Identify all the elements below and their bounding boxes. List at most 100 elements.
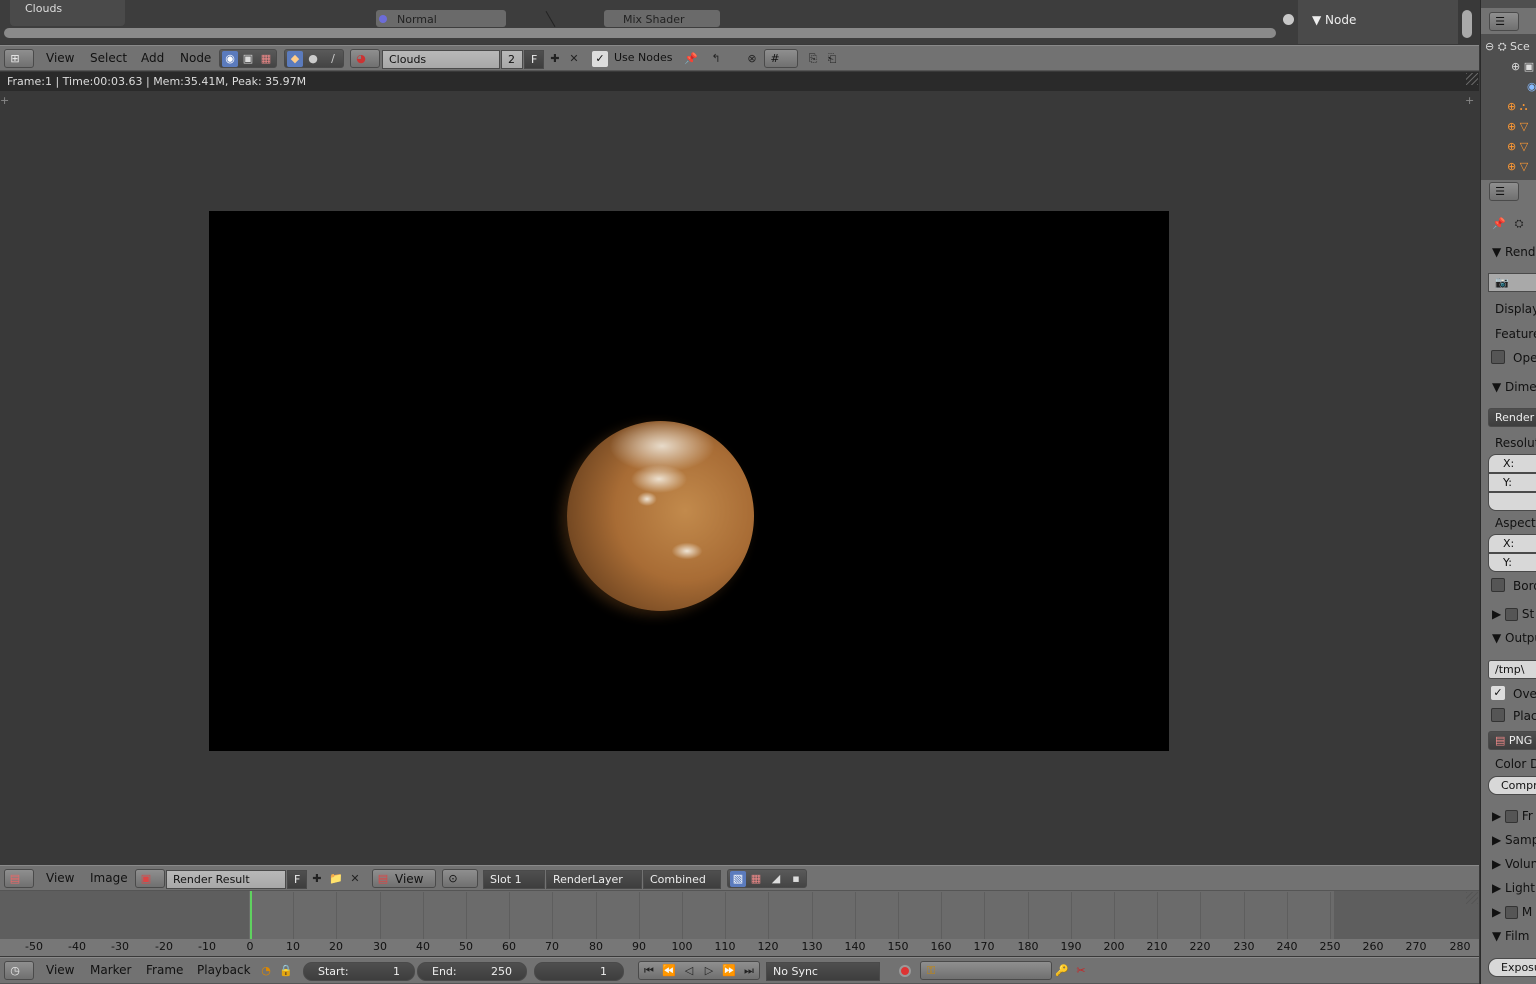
placeholder-checkbox[interactable] <box>1491 708 1505 722</box>
play-icon[interactable]: ▷ <box>701 963 717 979</box>
record-icon[interactable] <box>899 965 911 977</box>
file-format-select[interactable]: ▤ PNG <box>1488 731 1536 750</box>
image-editor-area[interactable]: Frame:1 | Time:00:03.63 | Mem:35.41M, Pe… <box>0 72 1479 864</box>
compression-field[interactable]: Compr <box>1488 776 1536 795</box>
corner-grip-timeline[interactable] <box>1466 892 1478 904</box>
pivot-menu[interactable]: ⊙ <box>442 869 478 888</box>
end-frame-field[interactable]: End: 250 <box>417 962 527 981</box>
outliner-row-3[interactable]: ◉ <box>1527 80 1536 93</box>
outliner-editor-type[interactable]: ☰ <box>1489 12 1519 31</box>
scene-context-icon[interactable]: ⛭ <box>1511 216 1527 232</box>
corner-grip-icon[interactable] <box>1466 73 1478 85</box>
jump-end-icon[interactable]: ⏭ <box>741 963 757 979</box>
outliner-scene-row[interactable]: ⊖ ⛭ Sce <box>1485 40 1530 54</box>
panel-film[interactable]: ▼ Film <box>1492 929 1529 943</box>
outliner-row-6[interactable]: ⊕ ▽ <box>1507 140 1528 153</box>
current-frame-line[interactable] <box>250 891 252 939</box>
object-icon[interactable]: ◆ <box>287 51 303 67</box>
sync-mode-select[interactable]: No Sync <box>766 962 880 981</box>
panel-light-paths[interactable]: ▶ Light <box>1492 881 1535 895</box>
world-icon[interactable]: ● <box>305 51 321 67</box>
editor-type-menu-timeline[interactable]: ◷ <box>4 961 34 980</box>
new-image-icon[interactable]: ✚ <box>309 871 325 887</box>
aspect-x-field[interactable]: X: <box>1488 534 1536 553</box>
render-layer-select[interactable]: RenderLayer <box>546 870 642 889</box>
output-path-field[interactable]: /tmp\ <box>1488 660 1536 679</box>
zbuffer-icon[interactable]: ▪ <box>788 871 804 887</box>
scroll-dot-icon[interactable] <box>1283 14 1294 25</box>
snap-element-menu[interactable]: # <box>764 49 798 68</box>
parent-tree-icon[interactable]: ↰ <box>708 51 724 67</box>
res-y-field[interactable]: Y: <box>1488 473 1536 492</box>
pass-select[interactable]: Combined <box>643 870 721 889</box>
menu-playback[interactable]: Playback <box>197 958 251 982</box>
menu-frame[interactable]: Frame <box>146 958 183 982</box>
region-plus-icon-left[interactable]: + <box>0 94 9 107</box>
linestyle-icon[interactable]: ∕ <box>325 51 341 67</box>
res-percent-field[interactable] <box>1488 492 1536 511</box>
play-reverse-icon[interactable]: ◁ <box>681 963 697 979</box>
panel-output[interactable]: ▼ Outpu <box>1492 631 1536 645</box>
border-checkbox[interactable] <box>1491 578 1505 592</box>
open-image-icon[interactable]: 📁 <box>328 871 344 887</box>
res-x-field[interactable]: X: <box>1488 454 1536 473</box>
panel-stamp[interactable]: ▶ St <box>1492 607 1534 621</box>
menu-node[interactable]: Node <box>180 46 211 70</box>
color-icon[interactable]: ▦ <box>748 871 764 887</box>
jump-start-icon[interactable]: ⏮ <box>641 963 657 979</box>
fake-user-button[interactable]: F <box>524 50 544 69</box>
paste-nodes-icon[interactable]: ⎗ <box>824 51 840 67</box>
user-count[interactable]: 2 <box>501 50 523 69</box>
prev-keyframe-icon[interactable]: ⏪ <box>661 963 677 979</box>
menu-image-view[interactable]: View <box>46 866 74 890</box>
panel-motion-blur[interactable]: ▶ M <box>1492 905 1532 919</box>
preview-range-icon[interactable]: ◔ <box>258 963 274 979</box>
menu-marker[interactable]: Marker <box>90 958 131 982</box>
panel-dimensions[interactable]: ▼ Dime <box>1492 380 1536 394</box>
image-name-field[interactable]: Render Result <box>166 870 286 889</box>
editor-type-menu-image[interactable]: ▤ <box>4 869 34 888</box>
menu-view[interactable]: View <box>46 46 74 70</box>
compositing-nodes-icon[interactable]: ▣ <box>240 51 256 67</box>
open-shading-checkbox[interactable] <box>1491 350 1505 364</box>
alpha-icon[interactable]: ◢ <box>768 871 784 887</box>
outliner-row-5[interactable]: ⊕ ▽ <box>1507 120 1528 133</box>
motion-blur-checkbox[interactable] <box>1505 906 1519 919</box>
image-browse[interactable]: ▣ <box>135 869 165 888</box>
material-browse[interactable]: ◕ <box>350 49 380 68</box>
outliner-row-2[interactable]: ⊕ ▣ <box>1511 60 1534 73</box>
render-button[interactable]: 📷 <box>1488 273 1536 292</box>
panel-render[interactable]: ▼ Rende <box>1492 245 1536 259</box>
pin-icon[interactable]: 📌 <box>683 51 699 67</box>
unlink-material-icon[interactable]: ✕ <box>566 51 582 67</box>
stamp-checkbox[interactable] <box>1505 608 1519 621</box>
outliner-row-4[interactable]: ⊕ ⛬ <box>1507 100 1527 114</box>
copy-nodes-icon[interactable]: ⎘ <box>805 51 821 67</box>
use-nodes-checkbox[interactable]: ✓ <box>592 51 608 67</box>
region-plus-icon-right[interactable]: + <box>1465 94 1474 107</box>
menu-add[interactable]: Add <box>141 46 164 70</box>
exposure-field[interactable]: Exposu <box>1488 958 1536 977</box>
horizontal-scrollbar[interactable] <box>4 28 1276 38</box>
new-material-icon[interactable]: ✚ <box>547 51 563 67</box>
texture-nodes-icon[interactable]: ▦ <box>258 51 274 67</box>
insert-keyframe-icon[interactable]: 🔑 <box>1054 963 1070 979</box>
menu-timeline-view[interactable]: View <box>46 958 74 982</box>
panel-sampling[interactable]: ▶ Samp <box>1492 833 1536 847</box>
properties-editor-type[interactable]: ☰ <box>1489 182 1519 201</box>
shader-nodes-icon[interactable]: ◉ <box>222 51 238 67</box>
color-alpha-icon[interactable]: ▧ <box>730 871 746 887</box>
keying-set-menu[interactable]: ⚿ <box>920 961 1052 980</box>
lock-icon[interactable]: 🔒 <box>278 963 294 979</box>
next-keyframe-icon[interactable]: ⏩ <box>721 963 737 979</box>
aspect-y-field[interactable]: Y: <box>1488 553 1536 572</box>
menu-select[interactable]: Select <box>90 46 127 70</box>
slot-select[interactable]: Slot 1 <box>483 870 545 889</box>
strip-scrollbar[interactable] <box>1462 10 1472 38</box>
panel-volume[interactable]: ▶ Volun <box>1492 857 1536 871</box>
delete-keyframe-icon[interactable]: ✂ <box>1073 963 1089 979</box>
overwrite-checkbox[interactable]: ✓ <box>1491 686 1505 700</box>
image-fake-user[interactable]: F <box>287 870 307 889</box>
snap-icon[interactable]: ⊗ <box>744 51 760 67</box>
pin-properties-icon[interactable]: 📌 <box>1491 216 1507 232</box>
